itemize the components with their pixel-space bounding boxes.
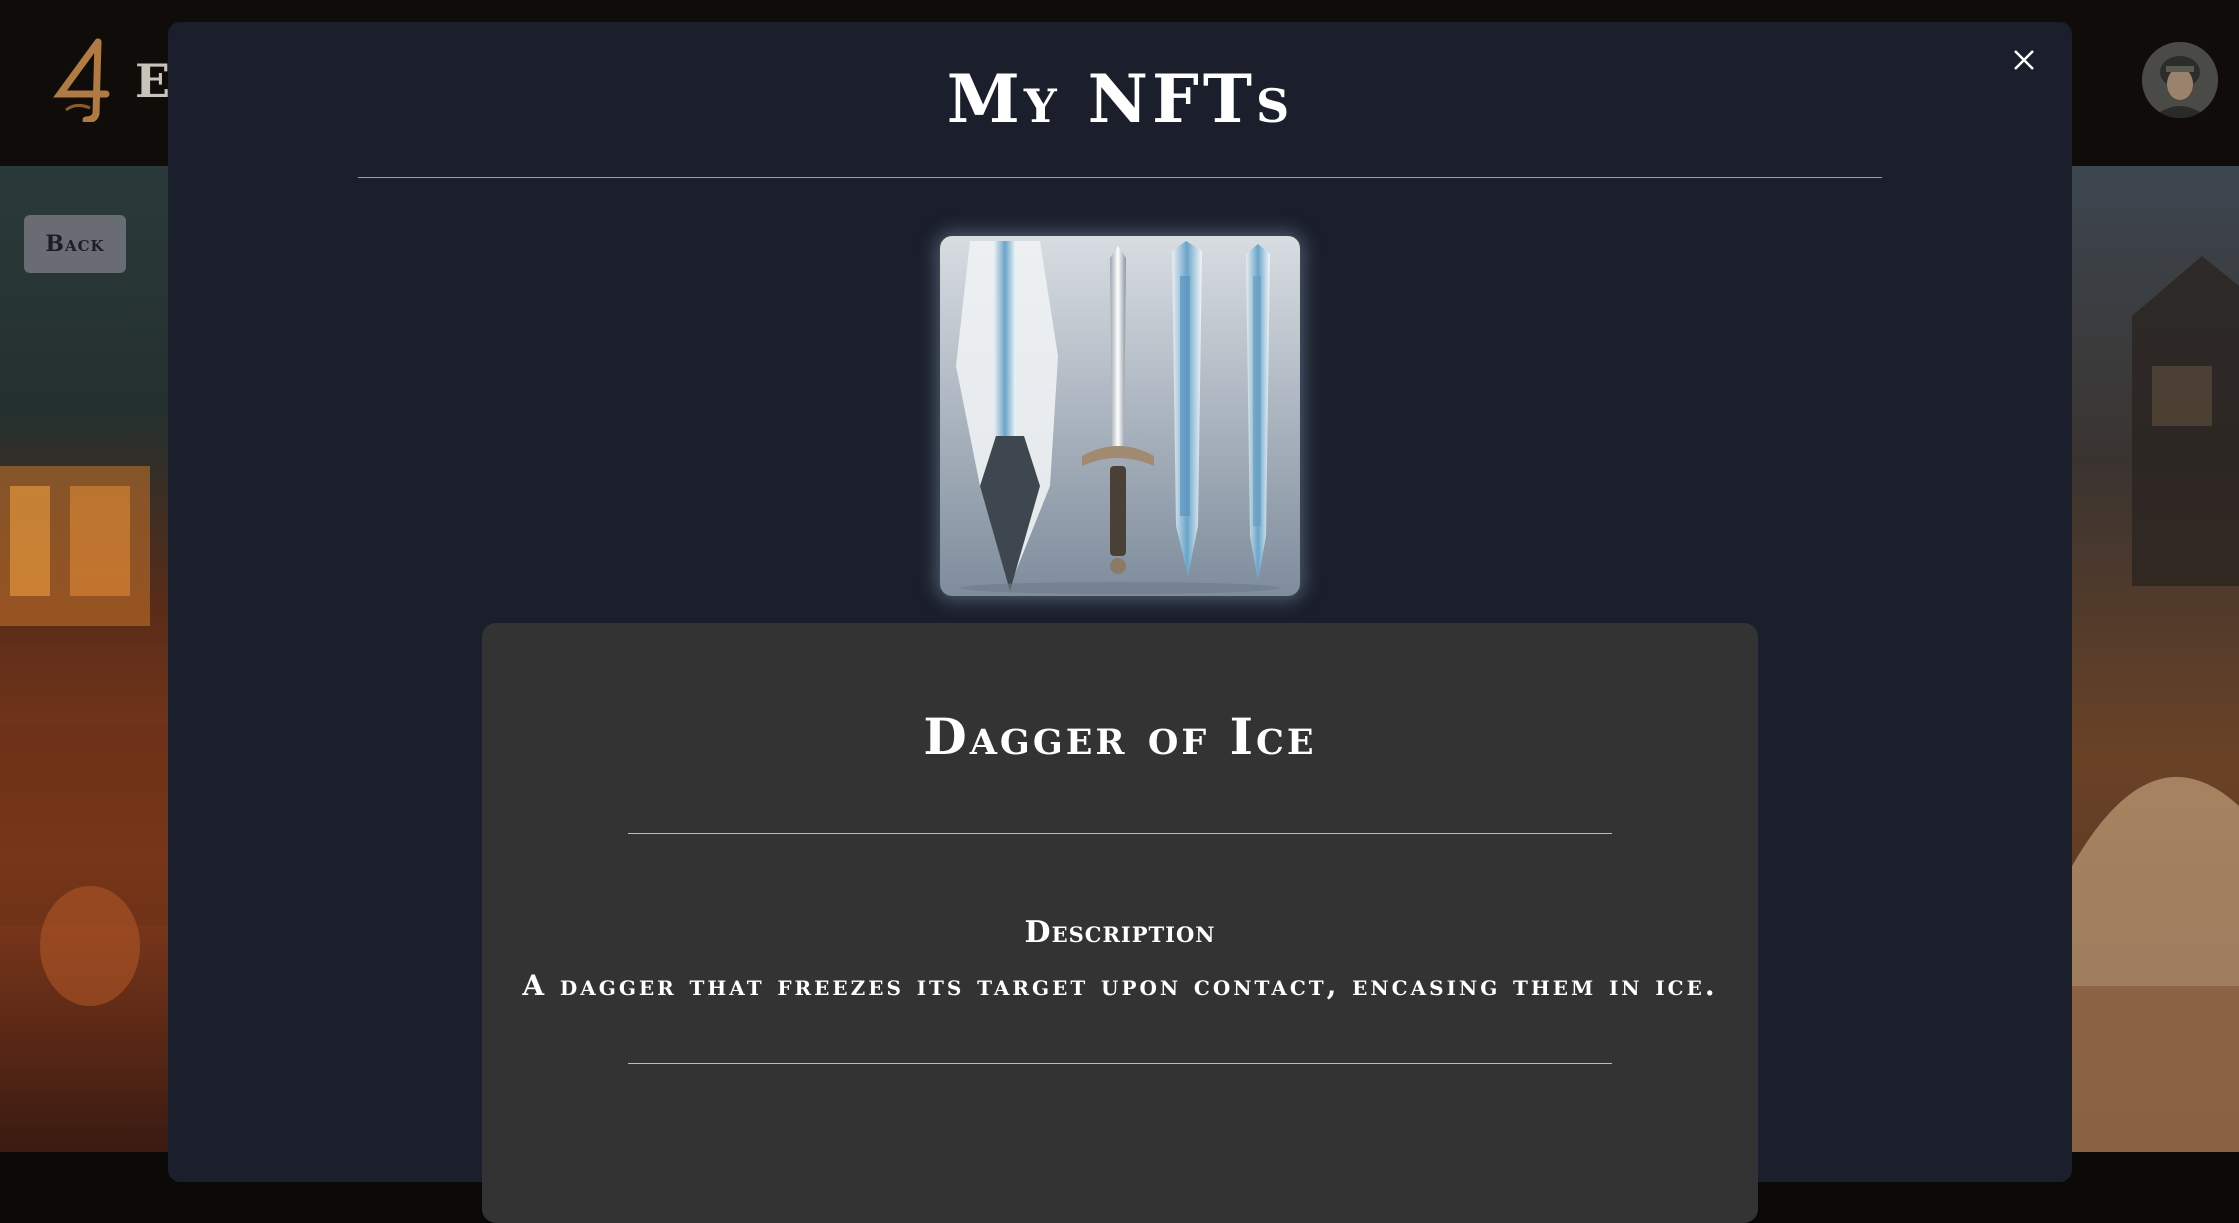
- nft-image[interactable]: [940, 236, 1300, 596]
- nft-name: Dagger of Ice: [923, 707, 1317, 766]
- modal-title: My NFTs: [946, 60, 1294, 138]
- name-divider: [628, 833, 1612, 834]
- back-button[interactable]: Back: [24, 215, 126, 273]
- nft-description: A dagger that freezes its target upon co…: [522, 969, 1718, 1002]
- user-avatar[interactable]: [2142, 42, 2218, 118]
- description-divider: [628, 1063, 1612, 1064]
- background-town-scene-right: [2072, 166, 2239, 1152]
- nft-detail-card: Dagger of Ice Description A dagger that …: [482, 623, 1758, 1223]
- description-label: Description: [1024, 915, 1216, 950]
- app-logo[interactable]: [46, 36, 126, 122]
- background-tavern-scene-left: [0, 166, 168, 1152]
- brand-name: E: [135, 54, 173, 108]
- title-divider: [358, 177, 1882, 178]
- my-nfts-modal: My NFTs Dagger of Ice Description A dagg…: [168, 22, 2072, 1223]
